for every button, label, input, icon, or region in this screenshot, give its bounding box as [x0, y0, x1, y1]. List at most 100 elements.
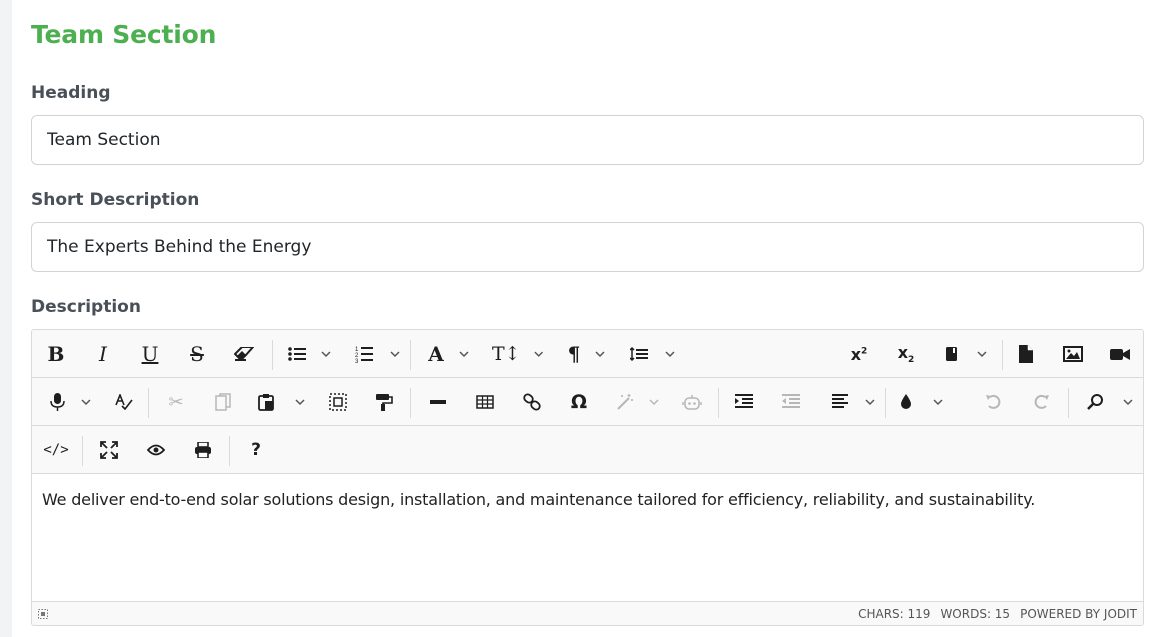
select-all-button[interactable]: [322, 378, 354, 426]
font-button[interactable]: A: [424, 330, 474, 378]
superscript-icon: x2: [850, 344, 868, 364]
brush-icon: [901, 394, 943, 409]
toolbar-separator: [410, 340, 411, 370]
link-icon: [523, 393, 541, 411]
line-height-button[interactable]: [628, 330, 678, 378]
table-button[interactable]: [469, 378, 501, 426]
undo-icon: [986, 394, 1001, 409]
cut-button[interactable]: ✂: [160, 378, 192, 426]
horizontal-rule-icon: [430, 400, 446, 404]
ai-assistant-button[interactable]: [676, 378, 708, 426]
ai-assistant-icon: [682, 395, 702, 410]
subscript-icon: x2: [897, 342, 915, 366]
toolbar-row-3: </> ?: [32, 426, 1143, 474]
redo-button[interactable]: [1025, 378, 1057, 426]
symbols-icon: Ω: [570, 390, 588, 413]
editor-stats: CHARS: 119 WORDS: 15 POWERED BY JODIT: [858, 607, 1137, 621]
preview-button[interactable]: [140, 426, 172, 474]
ordered-list-button[interactable]: 123: [350, 330, 405, 378]
print-icon: [195, 442, 211, 458]
underline-button[interactable]: U: [134, 330, 166, 378]
italic-icon: I: [99, 342, 107, 366]
toolbar-separator: [1068, 388, 1069, 418]
description-label: Description: [31, 297, 141, 317]
underline-icon: U: [141, 342, 159, 366]
powered-by-link[interactable]: POWERED BY JODIT: [1020, 607, 1137, 621]
toolbar-separator: [718, 388, 719, 418]
toolbar-separator: [148, 388, 149, 418]
font-size-button[interactable]: T↕: [492, 330, 544, 378]
ai-commands-button[interactable]: [612, 378, 664, 426]
source-button[interactable]: </>: [40, 426, 72, 474]
preview-icon: [147, 444, 165, 456]
horizontal-rule-button[interactable]: [422, 378, 454, 426]
bold-button[interactable]: B: [40, 330, 72, 378]
toolbar-separator: [272, 340, 273, 370]
font-size-icon: T↕: [492, 342, 521, 365]
classname-icon: [946, 347, 987, 361]
eraser-icon: [234, 347, 254, 361]
toolbar-row-2: ✂ Ω: [32, 378, 1143, 426]
microphone-icon: [50, 393, 91, 411]
unordered-list-button[interactable]: [282, 330, 337, 378]
undo-button[interactable]: [978, 378, 1010, 426]
superscript-button[interactable]: x2: [843, 330, 875, 378]
indent-icon: [735, 394, 753, 408]
image-icon: [1063, 346, 1083, 362]
copy-format-button[interactable]: [368, 378, 400, 426]
find-button[interactable]: [1082, 378, 1138, 426]
fullsize-button[interactable]: [93, 426, 125, 474]
spellcheck-icon: [115, 394, 133, 410]
speech-button[interactable]: [44, 378, 96, 426]
char-count: CHARS: 119: [858, 607, 931, 621]
redo-icon: [1034, 394, 1049, 409]
eraser-button[interactable]: [228, 330, 260, 378]
short-description-label: Short Description: [31, 190, 200, 210]
paste-button[interactable]: [254, 378, 310, 426]
svg-text:3: 3: [355, 359, 359, 363]
brush-button[interactable]: [896, 378, 948, 426]
ordered-list-icon: 123: [355, 347, 400, 363]
ai-commands-icon: [617, 394, 659, 410]
left-strip: [0, 0, 12, 637]
about-icon: ?: [251, 440, 261, 460]
editor-status-bar: CHARS: 119 WORDS: 15 POWERED BY JODIT: [32, 601, 1143, 625]
resize-handle-icon[interactable]: [38, 609, 48, 619]
short-description-input[interactable]: [31, 222, 1144, 272]
word-count: WORDS: 15: [940, 607, 1011, 621]
spellcheck-button[interactable]: [108, 378, 140, 426]
heading-input[interactable]: [31, 115, 1144, 165]
image-button[interactable]: [1057, 330, 1089, 378]
toolbar-separator: [885, 388, 886, 418]
copy-button[interactable]: [207, 378, 239, 426]
strikethrough-button[interactable]: S: [181, 330, 213, 378]
unordered-list-icon: [287, 347, 331, 361]
outdent-icon: [782, 394, 800, 408]
video-button[interactable]: [1104, 330, 1136, 378]
paragraph-button[interactable]: ¶: [562, 330, 612, 378]
about-button[interactable]: ?: [240, 426, 272, 474]
align-button[interactable]: [828, 378, 880, 426]
outdent-button[interactable]: [775, 378, 807, 426]
heading-label: Heading: [31, 83, 111, 103]
toolbar-row-1: B I U S 123 A T↕ ¶ x2 x2: [32, 330, 1143, 378]
line-height-icon: [630, 347, 675, 361]
rich-text-editor: B I U S 123 A T↕ ¶ x2 x2 ✂ Ω </> ? We de…: [31, 329, 1144, 626]
subscript-button[interactable]: x2: [890, 330, 922, 378]
toolbar-separator: [82, 436, 83, 466]
editor-content[interactable]: We deliver end-to-end solar solutions de…: [32, 474, 1143, 601]
indent-button[interactable]: [728, 378, 760, 426]
find-icon: [1087, 394, 1133, 410]
file-icon: [1019, 345, 1033, 363]
strikethrough-icon: S: [190, 342, 204, 366]
symbols-button[interactable]: Ω: [563, 378, 595, 426]
cut-icon: ✂: [168, 391, 184, 412]
align-icon: [832, 394, 875, 408]
file-button[interactable]: [1010, 330, 1042, 378]
copy-format-icon: [376, 394, 393, 411]
print-button[interactable]: [187, 426, 219, 474]
classname-button[interactable]: [940, 330, 992, 378]
italic-button[interactable]: I: [87, 330, 119, 378]
link-button[interactable]: [516, 378, 548, 426]
font-icon: A: [428, 342, 444, 366]
